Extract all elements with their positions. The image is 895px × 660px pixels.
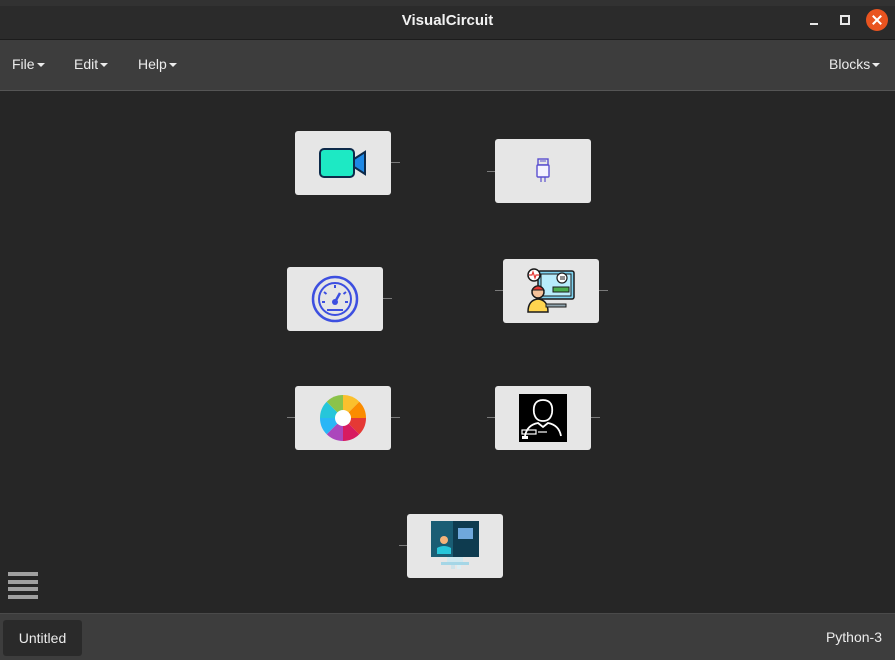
block-output-port[interactable] <box>591 417 600 418</box>
block-color-filter[interactable] <box>295 386 391 450</box>
app-window: VisualCircuit File Edit Help Blocks Unti… <box>0 0 895 660</box>
hamburger-menu-icon[interactable] <box>8 572 38 599</box>
block-output-port[interactable] <box>391 417 400 418</box>
tab-untitled[interactable]: Untitled <box>3 620 82 656</box>
camera-icon <box>319 148 366 178</box>
window-title: VisualCircuit <box>401 12 494 29</box>
block-screen-display[interactable] <box>407 514 503 578</box>
block-usb-drive[interactable] <box>495 139 591 203</box>
menu-edit[interactable]: Edit <box>74 56 109 72</box>
maximize-icon <box>840 15 850 25</box>
menu-help[interactable]: Help <box>138 56 177 72</box>
block-output-port[interactable] <box>383 298 392 299</box>
hamburger-line <box>8 572 38 576</box>
circuit-canvas[interactable] <box>0 91 895 613</box>
menu-file-label: File <box>12 56 35 72</box>
minimize-button[interactable] <box>804 10 824 30</box>
menu-help-label: Help <box>138 56 167 72</box>
caret-down-icon <box>36 63 45 68</box>
block-output-port[interactable] <box>391 162 400 163</box>
speedometer-icon <box>311 275 359 323</box>
menu-blocks[interactable]: Blocks <box>829 56 881 72</box>
minimize-icon <box>810 23 818 25</box>
menu-edit-label: Edit <box>74 56 99 72</box>
caret-down-icon <box>168 63 177 68</box>
block-camera[interactable] <box>295 131 391 195</box>
hamburger-line <box>8 580 38 584</box>
hamburger-line <box>8 595 38 599</box>
block-data-analyst[interactable] <box>503 259 599 323</box>
screen-display-icon <box>431 521 479 569</box>
kernel-label: Python-3 <box>825 629 882 645</box>
background-tabs-strip <box>0 0 895 6</box>
block-face-detection[interactable] <box>495 386 591 450</box>
status-bar: Untitled Python-3 <box>0 613 895 660</box>
hamburger-line <box>8 587 38 591</box>
data-analyst-icon <box>527 268 575 313</box>
close-button[interactable] <box>866 9 888 31</box>
maximize-button[interactable] <box>835 10 855 30</box>
block-output-port[interactable] <box>599 290 608 291</box>
menu-blocks-label: Blocks <box>829 56 871 72</box>
usb-drive-icon <box>536 158 550 182</box>
caret-down-icon <box>872 63 881 68</box>
caret-down-icon <box>100 63 109 68</box>
block-speedometer[interactable] <box>287 267 383 331</box>
menu-file[interactable]: File <box>12 56 45 72</box>
face-detection-icon <box>519 394 567 442</box>
color-wheel-icon <box>319 394 367 442</box>
title-bar: VisualCircuit <box>0 0 895 40</box>
menu-bar: File Edit Help Blocks <box>0 40 895 91</box>
